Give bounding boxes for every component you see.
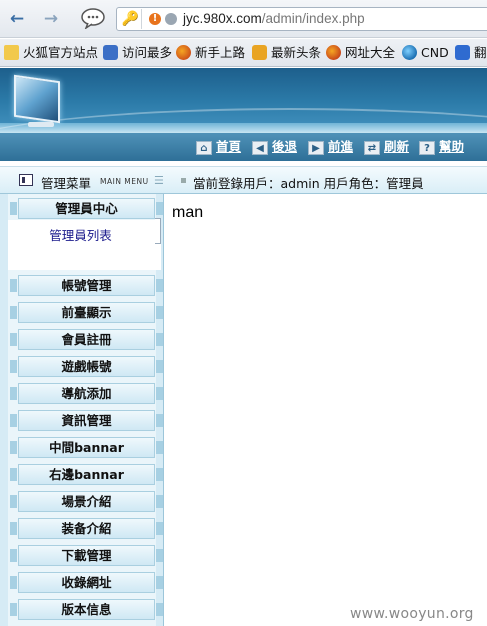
sidebar-category[interactable]: 場景介紹 <box>10 491 163 512</box>
search-page-icon <box>103 45 118 60</box>
forward-arrow-icon[interactable]: → <box>40 8 62 30</box>
key-icon[interactable]: 🔑 <box>120 9 142 29</box>
refresh-button[interactable]: ⇄ 刷新 <box>364 139 409 155</box>
warning-icon[interactable]: ! <box>149 13 161 25</box>
bookmark-label: 访问最多 <box>122 45 173 60</box>
bookmark-label: 翻 <box>474 45 487 60</box>
sidebar-category[interactable]: 收錄網址 <box>10 572 163 593</box>
sidebar-category[interactable]: 中間bannar <box>10 437 163 458</box>
bullet-icon <box>181 178 186 183</box>
forward-label: 前進 <box>328 139 354 154</box>
sidebar-category[interactable]: 資訊管理 <box>10 410 163 431</box>
bookmark-item[interactable]: 新手上路 <box>176 44 245 62</box>
help-button[interactable]: ? 幫助 <box>419 139 464 155</box>
sidebar-category[interactable]: 帳號管理 <box>10 275 163 296</box>
firefox-icon <box>326 45 341 60</box>
bookmark-label: 网址大全 <box>345 45 396 60</box>
browser-navbar: ← → 🔑 ! jyc.980x.com/admin/index.php <box>0 0 487 38</box>
bookmark-label: 火狐官方站点 <box>23 45 99 60</box>
help-label: 幫助 <box>439 139 465 154</box>
home-label: 首頁 <box>216 139 242 154</box>
watermark: www.wooyun.org <box>350 606 474 622</box>
sidebar-category[interactable]: 導航添加 <box>10 383 163 404</box>
firefox-icon <box>176 45 191 60</box>
home-icon: ⌂ <box>196 141 212 155</box>
bookmark-label: 最新头条 <box>271 45 322 60</box>
main-content: man <box>165 194 487 626</box>
content-message: man <box>172 204 204 221</box>
sidebar-category[interactable]: 會員註冊 <box>10 329 163 350</box>
info-bar: 管理菜單 MAIN MENU ☰ 當前登錄用戶：admin 用戶角色：管理員 <box>0 166 487 194</box>
refresh-icon: ⇄ <box>364 141 380 155</box>
back-button[interactable]: ◀ 後退 <box>252 139 297 155</box>
menu-title: 管理菜單 <box>41 176 92 191</box>
url-bar[interactable]: 🔑 ! jyc.980x.com/admin/index.php <box>116 7 487 31</box>
bookmark-item[interactable]: 火狐官方站点 <box>4 44 98 62</box>
bookmark-item[interactable]: 最新头条 <box>252 44 321 62</box>
monitor-logo-icon <box>14 74 60 124</box>
menu-separator-icon: ☰ <box>154 174 164 187</box>
globe-icon <box>402 45 417 60</box>
url-domain: jyc.980x.com <box>183 11 262 26</box>
sidebar-category[interactable]: 前臺顯示 <box>10 302 163 323</box>
sidebar-item-admin-list[interactable]: 管理員列表 <box>8 225 153 244</box>
menu-subtitle: MAIN MENU <box>100 177 149 186</box>
home-button[interactable]: ⌂ 首頁 <box>196 139 241 155</box>
admin-header: ⌂ 首頁 ◀ 後退 ▶ 前進 ⇄ 刷新 ? 幫助 <box>0 68 487 161</box>
main-menu-icon[interactable] <box>19 174 33 186</box>
sidebar-category[interactable]: 右邊bannar <box>10 464 163 485</box>
bookmarks-bar: 火狐官方站点 访问最多 新手上路 最新头条 网址大全 CND 翻 <box>0 39 487 67</box>
sidebar-category[interactable]: 下載管理 <box>10 545 163 566</box>
refresh-label: 刷新 <box>384 139 410 154</box>
current-user-info: 當前登錄用戶：admin 用戶角色：管理員 <box>193 176 424 191</box>
sidebar-category[interactable]: 装备介紹 <box>10 518 163 539</box>
globe-icon <box>165 13 177 25</box>
folder-icon <box>4 45 19 60</box>
bookmark-label: 新手上路 <box>195 45 246 60</box>
sidebar-category[interactable]: 版本信息 <box>10 599 163 620</box>
help-icon: ? <box>419 141 435 155</box>
bookmark-item[interactable]: CND <box>402 44 449 62</box>
bookmark-label: CND <box>421 45 449 60</box>
bookmark-item[interactable]: 翻 <box>455 44 487 62</box>
url-text[interactable]: jyc.980x.com/admin/index.php <box>183 11 365 26</box>
translate-icon <box>455 45 470 60</box>
submenu-edge <box>155 218 161 244</box>
url-path: /admin/index.php <box>261 11 365 26</box>
back-label: 後退 <box>272 139 298 154</box>
bookmark-item[interactable]: 网址大全 <box>326 44 395 62</box>
sidebar-section-admin-center[interactable]: 管理員中心 <box>10 198 163 219</box>
bookmark-item[interactable]: 访问最多 <box>103 44 172 62</box>
speech-bubble-icon[interactable] <box>80 7 106 29</box>
back-arrow-icon[interactable]: ← <box>6 8 28 30</box>
left-arrow-icon: ◀ <box>252 141 268 155</box>
right-arrow-icon: ▶ <box>308 141 324 155</box>
sidebar-category[interactable]: 遊戲帳號 <box>10 356 163 377</box>
forward-button[interactable]: ▶ 前進 <box>308 139 353 155</box>
rss-icon <box>252 45 267 60</box>
monitor-stand <box>28 122 54 127</box>
